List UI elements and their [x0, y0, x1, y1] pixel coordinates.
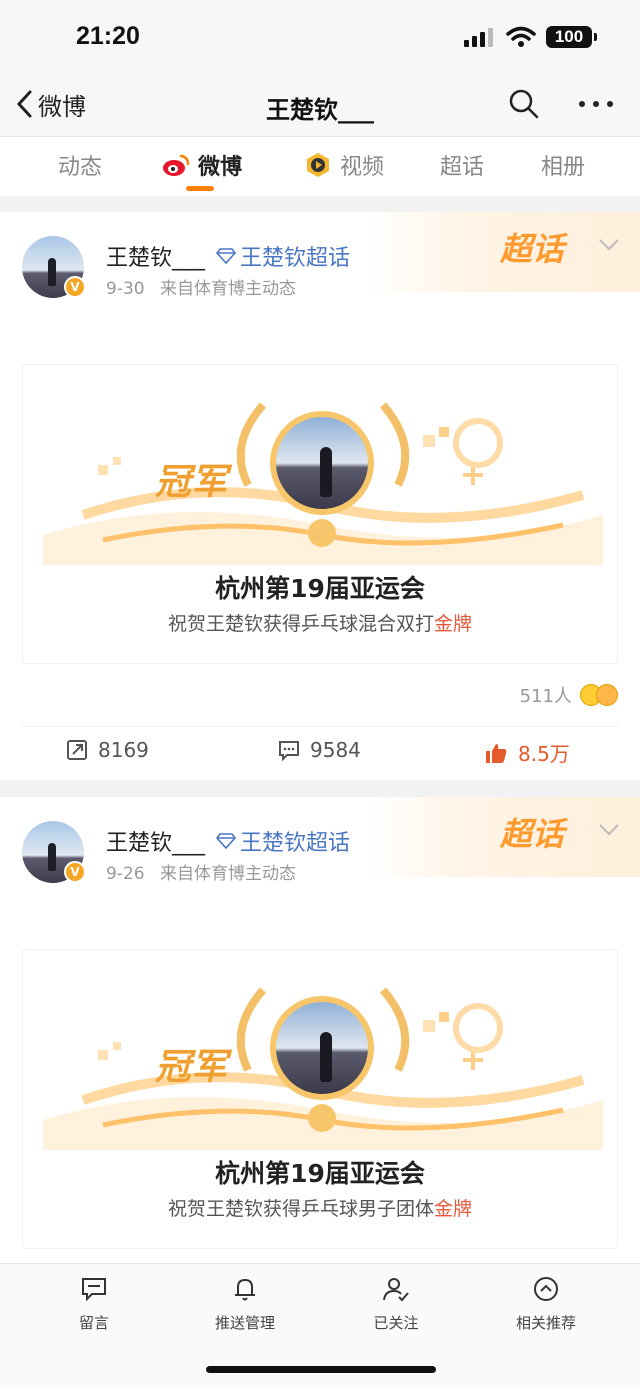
super-topic-banner: 超话 — [370, 212, 640, 292]
tab-label: 相册 — [541, 155, 586, 180]
followed-user-icon — [383, 1278, 409, 1302]
tab-super-topic[interactable]: 超话 — [440, 149, 484, 181]
more-button[interactable] — [576, 88, 616, 124]
avatar-figure — [48, 258, 56, 286]
photo-figure — [320, 1032, 332, 1082]
event-title: 杭州第19届亚运会 — [215, 1159, 425, 1188]
tab-label: 动态 — [58, 155, 103, 180]
bottom-label: 已关注 — [373, 1314, 419, 1332]
recommend-button[interactable]: 相关推荐 — [486, 1276, 606, 1333]
verified-badge-icon: V — [64, 861, 86, 883]
post-date: 9-26 — [106, 864, 145, 884]
search-button[interactable] — [508, 88, 540, 124]
medal-photo — [270, 996, 374, 1100]
status-icons: 100 — [464, 26, 597, 48]
tab-label: 视频 — [340, 155, 385, 180]
author-name[interactable]: 王楚钦___ — [106, 825, 205, 857]
subtitle-text: 祝贺王楚钦获得乒乓球混合双打 — [167, 613, 434, 635]
super-topic-link[interactable]: 王楚钦超话 — [216, 825, 350, 857]
search-icon — [509, 89, 539, 119]
chevron-down-icon[interactable] — [598, 238, 620, 252]
following-button[interactable]: 已关注 — [336, 1276, 456, 1333]
profile-tabs: 动态 微博 视频 超话 相册 — [0, 136, 640, 196]
bottom-label: 相关推荐 — [515, 1314, 576, 1332]
comment-button[interactable]: 9584 — [278, 738, 361, 762]
author-name[interactable]: 王楚钦___ — [106, 240, 205, 272]
message-icon — [82, 1278, 106, 1302]
event-subtitle: 祝贺王楚钦获得乒乓球男子团体金牌 — [23, 1194, 617, 1221]
tab-weibo[interactable]: 微博 — [162, 149, 242, 181]
bell-icon — [235, 1278, 255, 1301]
thumbs-up-icon — [486, 743, 507, 763]
subtitle-highlight: 金牌 — [434, 613, 473, 635]
comment-icon — [279, 741, 299, 761]
avatar-figure — [48, 843, 56, 871]
post-card[interactable]: 超话 V 王楚钦___ 王楚钦超话 9-30 来自体育博主动态 冠军 杭州第19… — [0, 212, 640, 780]
push-settings-button[interactable]: 推送管理 — [185, 1276, 305, 1333]
super-topic-logo: 超话 — [499, 230, 564, 268]
bottom-label: 留言 — [78, 1314, 109, 1332]
tab-dynamics[interactable]: 动态 — [58, 149, 102, 181]
wifi-icon — [506, 26, 536, 47]
super-topic-banner: 超话 — [370, 797, 640, 877]
champion-label: 冠军 — [155, 1047, 228, 1088]
banner-art: 冠军 — [23, 365, 619, 565]
champion-banner[interactable]: 冠军 杭州第19届亚运会 祝贺王楚钦获得乒乓球男子团体金牌 — [22, 949, 618, 1249]
tab-label: 超话 — [440, 155, 485, 180]
weibo-logo-icon — [163, 154, 190, 176]
love-emoji-icon — [596, 684, 618, 706]
super-topic-link[interactable]: 王楚钦超话 — [216, 240, 350, 272]
banner-art: 冠军 — [23, 950, 619, 1150]
subtitle-highlight: 金牌 — [434, 1198, 473, 1220]
video-icon — [307, 153, 329, 177]
repost-icon — [67, 740, 87, 760]
battery-indicator: 100 — [546, 26, 597, 48]
medal-photo — [270, 411, 374, 515]
like-button[interactable]: 8.5万 — [484, 738, 570, 767]
home-indicator[interactable] — [206, 1366, 436, 1373]
chevron-down-icon[interactable] — [598, 823, 620, 837]
verified-badge-icon: V — [64, 276, 86, 298]
comment-count: 9584 — [310, 738, 361, 762]
divider — [22, 726, 618, 727]
bottom-label: 推送管理 — [214, 1314, 275, 1332]
photo-figure — [320, 447, 332, 497]
post-source: 来自体育博主动态 — [160, 279, 296, 299]
page-title: 王楚钦___ — [266, 96, 374, 124]
status-time: 21:20 — [76, 22, 140, 50]
more-icon — [579, 101, 613, 107]
message-button[interactable]: 留言 — [34, 1276, 154, 1333]
post-meta: 9-30 来自体育博主动态 — [106, 274, 296, 299]
event-subtitle: 祝贺王楚钦获得乒乓球混合双打金牌 — [23, 609, 617, 636]
tab-label: 微博 — [198, 155, 243, 180]
super-topic-label: 王楚钦超话 — [240, 831, 351, 856]
repost-button[interactable]: 8169 — [66, 738, 149, 762]
reactions-summary[interactable]: 511人 — [520, 682, 618, 708]
champion-banner[interactable]: 冠军 杭州第19届亚运会 祝贺王楚钦获得乒乓球混合双打金牌 — [22, 364, 618, 664]
event-title: 杭州第19届亚运会 — [215, 574, 425, 603]
recommend-icon — [534, 1277, 558, 1301]
active-tab-indicator — [186, 186, 214, 191]
tab-video[interactable]: 视频 — [304, 149, 384, 181]
post-date: 9-30 — [106, 279, 145, 299]
super-topic-logo: 超话 — [499, 815, 564, 853]
diamond-icon — [216, 833, 236, 849]
post-actions: 8169 9584 8.5万 — [0, 738, 640, 774]
super-topic-label: 王楚钦超话 — [240, 246, 351, 271]
subtitle-text: 祝贺王楚钦获得乒乓球男子团体 — [167, 1198, 434, 1220]
diamond-icon — [216, 248, 236, 264]
status-bar: 21:20 100 — [0, 0, 640, 76]
post-card[interactable]: 超话 V 王楚钦___ 王楚钦超话 9-26 来自体育博主动态 冠军 杭州第19… — [0, 797, 640, 1263]
reactions-count: 511人 — [519, 686, 572, 707]
post-source: 来自体育博主动态 — [160, 864, 296, 884]
repost-count: 8169 — [98, 738, 149, 762]
tab-album[interactable]: 相册 — [541, 149, 585, 181]
champion-label: 冠军 — [155, 462, 228, 503]
signal-icon — [464, 28, 493, 47]
nav-bar: 微博 王楚钦___ — [0, 76, 640, 136]
post-meta: 9-26 来自体育博主动态 — [106, 859, 296, 884]
like-count: 8.5万 — [518, 742, 570, 766]
